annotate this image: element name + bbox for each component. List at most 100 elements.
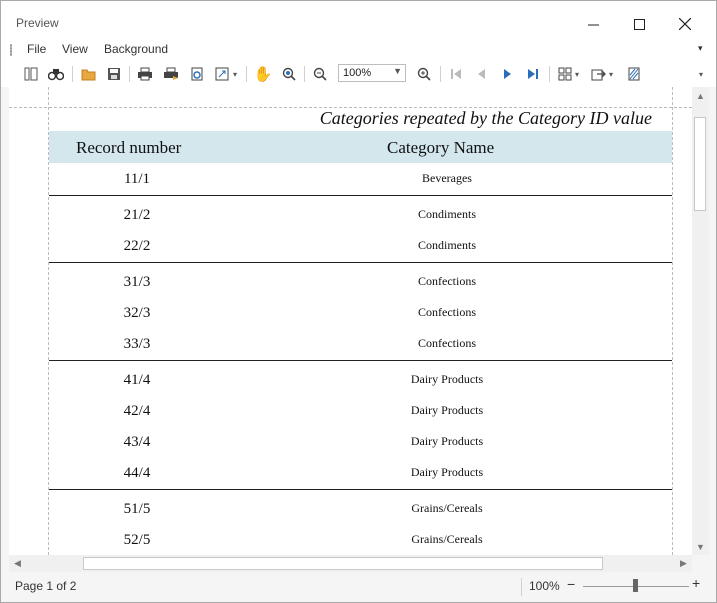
scroll-up-icon[interactable]: ▲ (692, 87, 709, 104)
zoom-in-icon[interactable] (416, 66, 432, 82)
column-header-category: Category Name (387, 138, 495, 157)
previous-page-icon[interactable] (473, 66, 489, 82)
menu-grip[interactable] (10, 44, 12, 56)
zoom-in-button[interactable]: + (692, 575, 700, 591)
table-row: 52/5 Grains/Cereals (49, 524, 672, 555)
margin-guide-right (672, 87, 673, 555)
save-icon[interactable] (106, 66, 122, 82)
table-row: 11/1 Beverages (49, 163, 672, 194)
minimize-icon (587, 24, 599, 25)
menu-overflow-icon[interactable]: ▾ (698, 43, 703, 54)
minimize-button[interactable] (570, 9, 616, 39)
zoom-out-button[interactable]: − (567, 576, 575, 592)
report-rows: 11/1 Beverages 21/2 Condiments 22/2 Condiment… (49, 163, 672, 555)
category-name-cell: Grains/Cereals (411, 532, 483, 546)
group-separator (49, 489, 672, 490)
preview-window: Preview File View Background ▾ ▾ ✋ ▾ ▾ ▾… (0, 0, 717, 603)
table-row: 43/4 Dairy Products (49, 426, 672, 457)
report-title: Categories repeated by the Category ID v… (319, 108, 652, 128)
scroll-left-icon[interactable]: ◀ (9, 555, 26, 572)
page-setup-icon[interactable] (189, 66, 205, 82)
maximize-button[interactable] (616, 9, 662, 39)
scroll-down-icon[interactable]: ▼ (692, 538, 709, 555)
column-header-band: Record number Category Name (49, 131, 672, 163)
category-name-cell: Condiments (417, 238, 476, 252)
record-number-cell: 51/5 (123, 501, 151, 517)
scroll-right-icon[interactable]: ▶ (675, 555, 692, 572)
record-number-cell: 33/3 (123, 336, 151, 352)
export-icon[interactable] (591, 66, 607, 82)
table-row: 22/2 Condiments (49, 230, 672, 261)
menu-view[interactable]: View (62, 42, 88, 56)
group-separator (49, 195, 672, 196)
category-name-cell: Grains/Cereals (411, 501, 483, 515)
zoom-input[interactable] (339, 65, 391, 81)
close-icon (679, 18, 691, 30)
last-page-icon[interactable] (525, 66, 541, 82)
table-row: 51/5 Grains/Cereals (49, 493, 672, 524)
menu-file[interactable]: File (27, 42, 46, 56)
record-number-cell: 41/4 (123, 372, 151, 388)
menu-bar: File View Background ▾ (1, 39, 716, 61)
horizontal-scroll-thumb[interactable] (83, 557, 603, 570)
first-page-icon[interactable] (448, 66, 464, 82)
record-number-cell: 43/4 (123, 434, 151, 450)
window-title: Preview (16, 16, 59, 30)
watermark-icon[interactable] (626, 66, 642, 82)
document-map-icon[interactable] (23, 66, 39, 82)
hand-tool-icon[interactable]: ✋ (254, 66, 273, 83)
multiple-pages-icon[interactable] (557, 66, 573, 82)
record-number-cell: 44/4 (123, 465, 151, 481)
title-bar: Preview (1, 1, 716, 39)
print-icon[interactable] (137, 66, 153, 82)
category-name-cell: Condiments (417, 207, 476, 221)
table-row: 32/3 Confections (49, 297, 672, 328)
category-name-cell: Confections (418, 336, 476, 350)
open-icon[interactable] (81, 66, 97, 82)
table-row: 21/2 Condiments (49, 199, 672, 230)
status-zoom-value: 100% (529, 579, 560, 593)
record-number-cell: 32/3 (123, 305, 151, 321)
category-name-cell: Dairy Products (410, 434, 484, 448)
category-name-cell: Confections (418, 305, 476, 319)
quick-print-icon[interactable] (163, 66, 179, 82)
report-viewport: Categories repeated by the Category ID v… (9, 87, 692, 555)
close-button[interactable] (662, 9, 708, 39)
record-number-cell: 31/3 (123, 274, 151, 290)
status-separator (521, 578, 522, 596)
column-header-record: Record number (76, 138, 182, 157)
table-row: 31/3 Confections (49, 266, 672, 297)
category-name-cell: Beverages (422, 171, 472, 185)
toolbar-overflow-icon[interactable]: ▾ (697, 66, 705, 82)
chevron-down-icon[interactable]: ▼ (393, 66, 402, 76)
record-number-cell: 22/2 (123, 238, 151, 254)
page-indicator: Page 1 of 2 (15, 579, 77, 593)
magnifier-icon[interactable] (281, 66, 297, 82)
search-icon[interactable] (48, 66, 64, 82)
vertical-scrollbar[interactable]: ▲ ▼ (692, 87, 709, 555)
table-row: 33/3 Confections (49, 328, 672, 359)
toolbar-separator (304, 66, 305, 82)
group-separator (49, 360, 672, 361)
next-page-icon[interactable] (500, 66, 516, 82)
menu-background[interactable]: Background (104, 42, 168, 56)
zoom-out-icon[interactable] (312, 66, 328, 82)
category-name-cell: Dairy Products (410, 403, 484, 417)
toolbar-separator (129, 66, 130, 82)
category-name-cell: Confections (418, 274, 476, 288)
record-number-cell: 42/4 (123, 403, 151, 419)
table-row: 41/4 Dairy Products (49, 364, 672, 395)
scale-icon[interactable] (215, 66, 231, 82)
record-number-cell: 52/5 (123, 532, 151, 548)
horizontal-scrollbar[interactable]: ◀ ▶ (9, 555, 692, 572)
scale-dropdown-icon[interactable]: ▾ (231, 66, 239, 82)
toolbar-separator (246, 66, 247, 82)
export-dropdown-icon[interactable]: ▾ (607, 66, 615, 82)
vertical-scroll-thumb[interactable] (694, 117, 706, 211)
multiple-pages-dropdown-icon[interactable]: ▾ (573, 66, 581, 82)
zoom-slider-thumb[interactable] (633, 579, 638, 592)
maximize-icon (633, 18, 645, 30)
status-bar: Page 1 of 2 100% − + (1, 572, 716, 602)
group-separator (49, 262, 672, 263)
zoom-combobox[interactable]: ▼ (338, 64, 406, 82)
